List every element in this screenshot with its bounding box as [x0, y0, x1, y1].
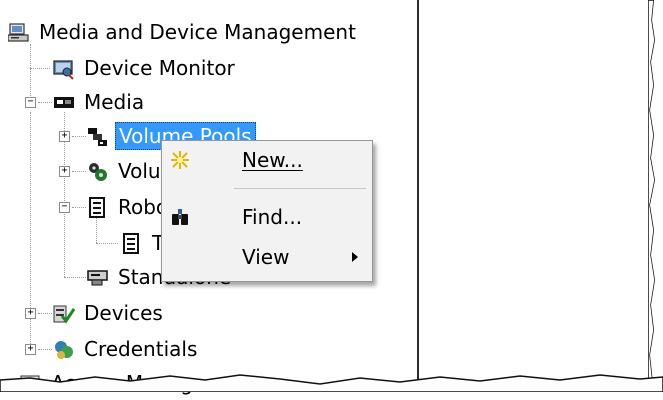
tree-item-media-device-management[interactable]: Media and Device Management [7, 17, 359, 47]
menu-separator [234, 188, 366, 189]
tree-connector [72, 171, 86, 172]
tree-connector [30, 44, 31, 104]
tree-item-devices[interactable]: Devices [53, 298, 166, 328]
tree-connector [72, 207, 86, 208]
tree-item-label: Devices [84, 301, 163, 325]
menu-item-view[interactable]: View [162, 241, 372, 273]
credentials-icon [53, 339, 73, 359]
tree-item-label: Media and Device Management [39, 20, 356, 44]
volume-groups-icon [87, 161, 107, 181]
submenu-arrow-icon [352, 252, 358, 262]
tree-connector [96, 243, 118, 244]
context-menu: New... Find... View [161, 140, 373, 282]
tree-connector [64, 277, 86, 278]
menu-item-find[interactable]: Find... [162, 201, 372, 233]
volume-pools-icon [87, 126, 107, 146]
tree-item-label: Credentials [84, 337, 198, 361]
tree-item-label: Device Monitor [84, 56, 235, 80]
tree-connector [38, 349, 52, 350]
details-pane [419, 0, 648, 392]
tree-item-media[interactable]: Media [53, 87, 147, 117]
menu-item-label: View [242, 245, 290, 269]
tree-connector [30, 68, 50, 69]
tree-item-credentials[interactable]: Credentials [53, 334, 200, 364]
computer-icon [7, 22, 29, 42]
menu-item-label: New... [242, 148, 303, 172]
binoculars-icon [170, 207, 190, 227]
collapse-toggle[interactable]: − [25, 97, 36, 108]
devices-icon [53, 303, 76, 324]
tld-icon [121, 233, 141, 254]
torn-edge-bottom [0, 374, 663, 392]
collapse-toggle[interactable]: − [59, 202, 70, 213]
tree-connector [72, 136, 86, 137]
tree-item-label: Media [84, 90, 145, 114]
drive-icon [87, 267, 108, 287]
expand-toggle[interactable]: + [25, 344, 36, 355]
sparkle-icon [170, 150, 190, 170]
expand-toggle[interactable]: + [25, 308, 36, 319]
tree-connector [38, 313, 52, 314]
torn-edge-right [648, 0, 663, 392]
tree-item-device-monitor[interactable]: Device Monitor [53, 53, 238, 83]
tree-connector [38, 102, 52, 103]
menu-item-new[interactable]: New... [162, 144, 372, 176]
monitor-icon [53, 58, 74, 80]
tape-icon [53, 92, 74, 112]
menu-item-label: Find... [242, 205, 303, 229]
expand-toggle[interactable]: + [59, 166, 70, 177]
robot-icon [87, 197, 107, 218]
expand-toggle[interactable]: + [59, 131, 70, 142]
